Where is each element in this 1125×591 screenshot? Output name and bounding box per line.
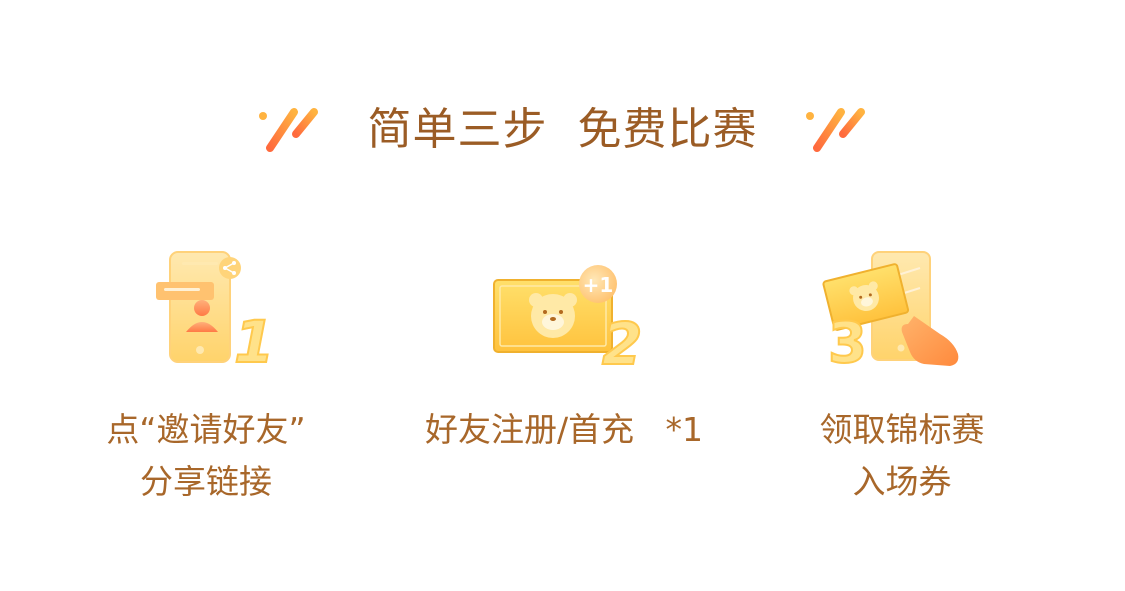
page-title: 简单三步 免费比赛 xyxy=(367,104,758,155)
caption-line-2: 入场券 xyxy=(852,462,952,501)
caption-line-2: 分享链接 xyxy=(140,462,272,501)
step-invite: 1 点“邀请好友” 分享链接 xyxy=(56,240,356,520)
caption-line-1: 好友注册/首充 *1 xyxy=(424,410,704,449)
step-claim: 3 领取锦标赛 入场券 xyxy=(752,240,1052,520)
header: 简单三步 免费比赛 xyxy=(0,98,1125,168)
phone-ticket-hand-icon: 3 xyxy=(822,251,959,375)
plus-one-badge: +1 xyxy=(583,273,614,297)
phone-share-icon: 1 xyxy=(156,251,275,375)
slash-decoration-icon xyxy=(806,108,865,152)
step-caption: 领取锦标赛 入场券 xyxy=(752,404,1052,508)
step-register: +1 2 好友注册/首充 *1 xyxy=(414,240,714,520)
caption-line-1: 点“邀请好友” xyxy=(106,410,306,449)
ticket-plus-one-icon: +1 2 xyxy=(493,265,643,375)
step-caption: 好友注册/首充 *1 xyxy=(414,404,714,456)
step-caption: 点“邀请好友” 分享链接 xyxy=(56,404,356,508)
caption-line-1: 领取锦标赛 xyxy=(819,410,985,449)
step-number: 1 xyxy=(234,308,274,375)
step-number: 3 xyxy=(828,311,867,375)
slash-decoration-icon xyxy=(259,108,318,152)
step-number: 2 xyxy=(602,310,642,375)
